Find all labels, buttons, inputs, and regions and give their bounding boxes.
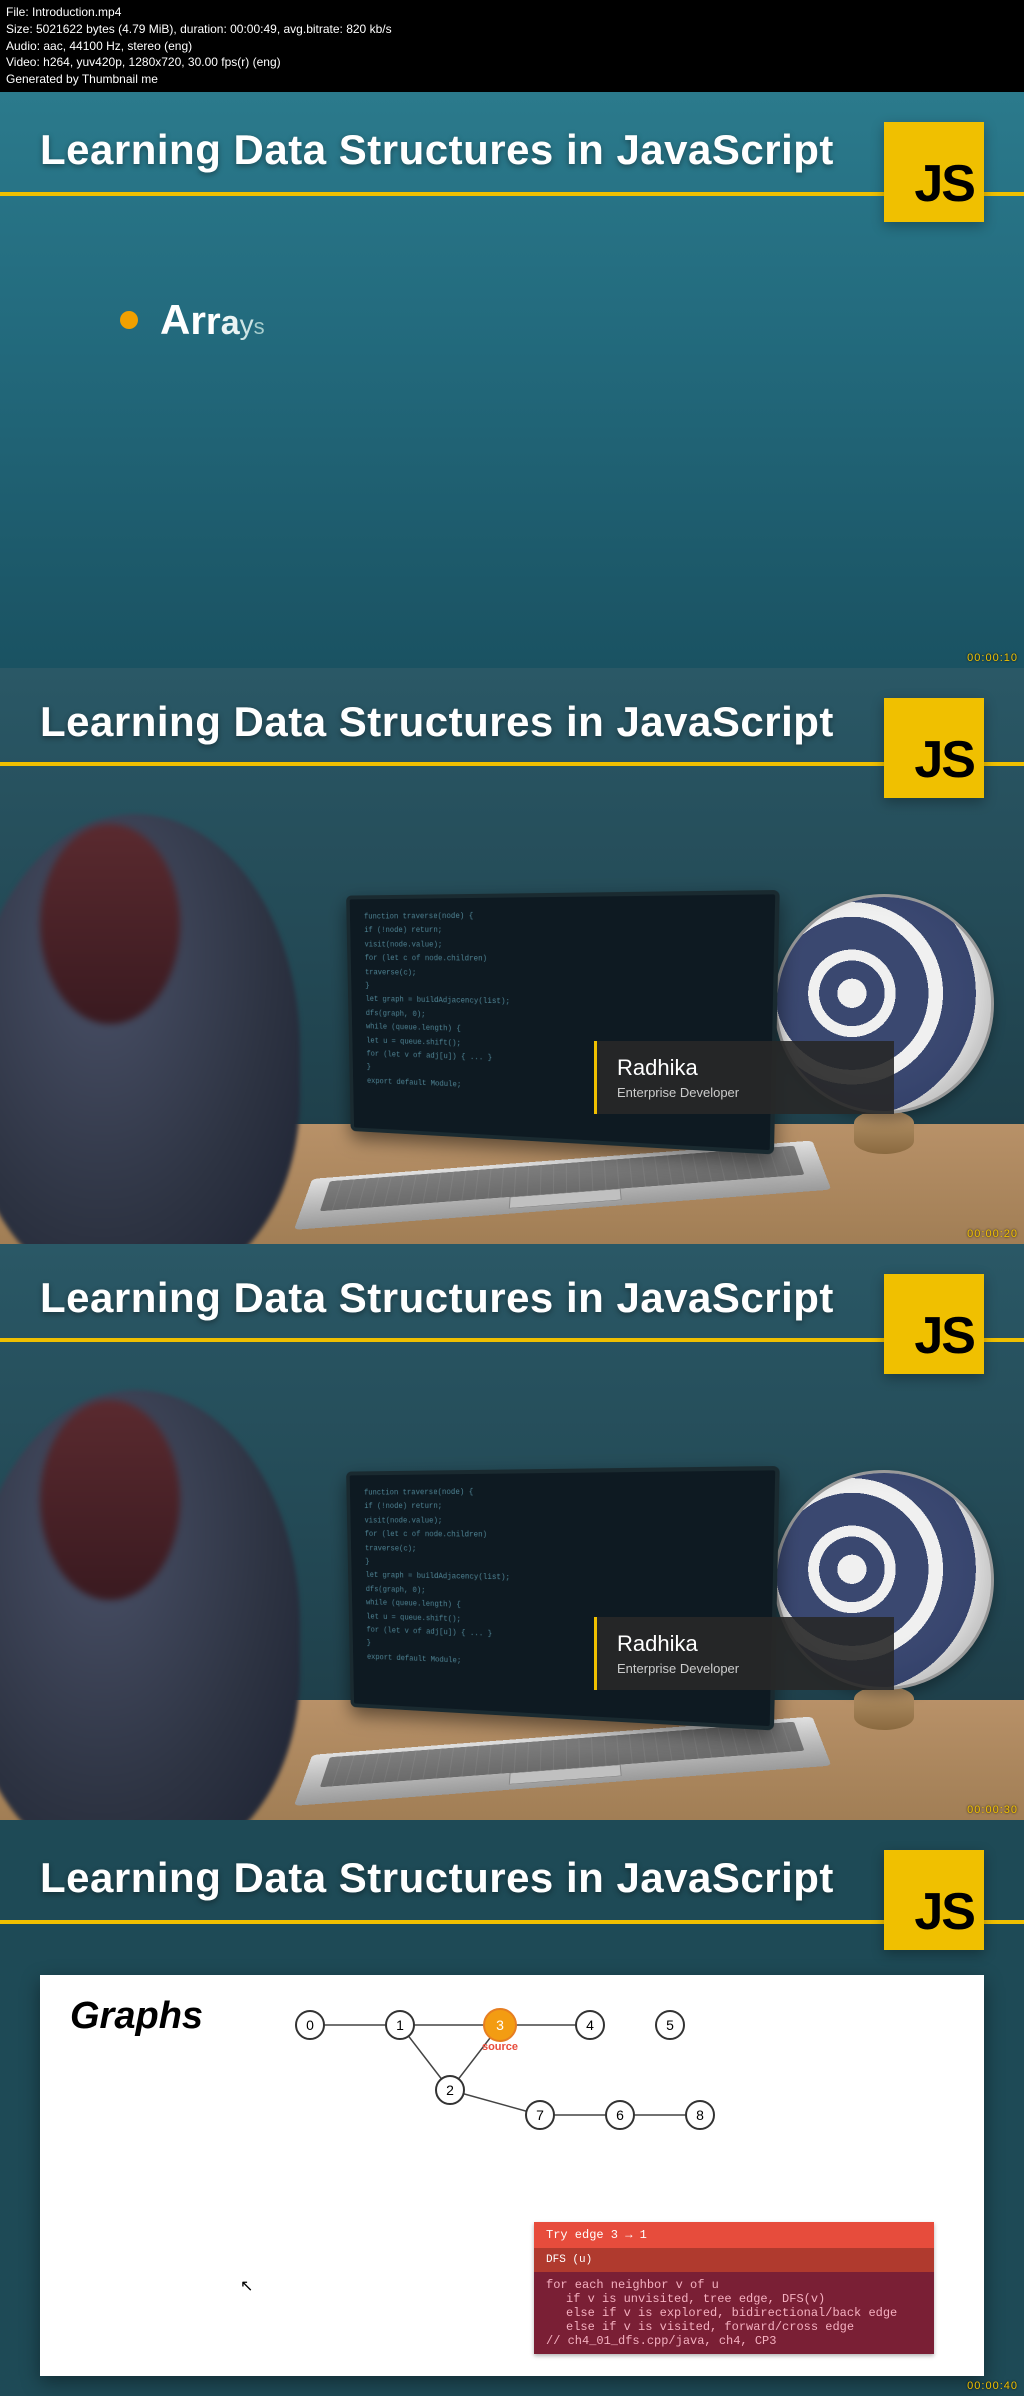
speaker-role: Enterprise Developer [617, 1661, 874, 1676]
thumbnail-frame-1: Learning Data Structures in JavaScript J… [0, 92, 1024, 668]
algo-dfs-header: DFS (u) [534, 2248, 934, 2272]
svg-text:3: 3 [496, 2017, 504, 2033]
timestamp: 00:00:30 [967, 1804, 1018, 1816]
svg-text:5: 5 [666, 2017, 674, 2033]
title-bar: Learning Data Structures in JavaScript [0, 1820, 1024, 1924]
js-logo-icon: JS [884, 698, 984, 798]
graph-diagram: 0 1 2 3 source 4 5 6 7 8 [270, 1995, 810, 2165]
js-logo-icon: JS [884, 1850, 984, 1950]
js-logo-icon: JS [884, 1274, 984, 1374]
timestamp: 00:00:10 [967, 652, 1018, 664]
algo-code-block: for each neighbor v of u if v is unvisit… [534, 2272, 934, 2354]
svg-text:4: 4 [586, 2017, 594, 2033]
globe-stand [854, 1686, 914, 1730]
meta-size: Size: 5021622 bytes (4.79 MiB), duration… [6, 21, 1018, 38]
laptop-keyboard [294, 1141, 831, 1230]
speaker-role: Enterprise Developer [617, 1085, 874, 1100]
speaker-nameplate: Radhika Enterprise Developer [594, 1041, 894, 1114]
svg-text:0: 0 [306, 2017, 314, 2033]
file-metadata: File: Introduction.mp4 Size: 5021622 byt… [0, 0, 1024, 92]
svg-text:source: source [482, 2041, 518, 2053]
laptop-keyboard [294, 1717, 831, 1806]
title-overlay: Learning Data Structures in JavaScript [0, 668, 1024, 766]
speaker-name: Radhika [617, 1055, 874, 1081]
animated-text-arrays: A r r a y s [160, 296, 265, 344]
title-overlay: Learning Data Structures in JavaScript [0, 1244, 1024, 1342]
meta-generated: Generated by Thumbnail me [6, 71, 1018, 88]
meta-file: File: Introduction.mp4 [6, 4, 1018, 21]
bullet-dot-icon [120, 311, 138, 329]
course-title: Learning Data Structures in JavaScript [40, 1274, 834, 1322]
bullet-item-arrays: A r r a y s [120, 296, 904, 344]
course-title: Learning Data Structures in JavaScript [40, 1854, 834, 1902]
svg-text:8: 8 [696, 2107, 704, 2123]
thumbnail-frame-3: function traverse(node) { if (!node) ret… [0, 1244, 1024, 1820]
algo-try-edge: Try edge 3 → 1 [534, 2222, 934, 2248]
person-silhouette [0, 814, 300, 1244]
algorithm-box: Try edge 3 → 1 DFS (u) for each neighbor… [534, 2222, 934, 2354]
graph-panel: Graphs 0 1 2 3 source 4 5 6 7 [40, 1975, 984, 2376]
svg-text:6: 6 [616, 2107, 624, 2123]
bullet-list: A r r a y s [0, 196, 1024, 444]
meta-audio: Audio: aac, 44100 Hz, stereo (eng) [6, 38, 1018, 55]
laptop-trackpad [509, 1189, 622, 1209]
globe-stand [854, 1110, 914, 1154]
timestamp: 00:00:20 [967, 1228, 1018, 1240]
laptop-screen: function traverse(node) { if (!node) ret… [346, 1466, 780, 1731]
cursor-icon: ↖ [240, 2276, 253, 2296]
title-bar: Learning Data Structures in JavaScript [0, 92, 1024, 196]
svg-text:7: 7 [536, 2107, 544, 2123]
speaker-name: Radhika [617, 1631, 874, 1657]
thumbnail-frame-2: function traverse(node) { if (!node) ret… [0, 668, 1024, 1244]
speaker-nameplate: Radhika Enterprise Developer [594, 1617, 894, 1690]
timestamp: 00:00:40 [967, 2380, 1018, 2392]
svg-text:1: 1 [396, 2017, 404, 2033]
svg-text:2: 2 [446, 2082, 454, 2098]
laptop-screen: function traverse(node) { if (!node) ret… [346, 890, 780, 1155]
course-title: Learning Data Structures in JavaScript [40, 126, 834, 174]
laptop-trackpad [509, 1765, 622, 1785]
thumbnail-frame-4: Learning Data Structures in JavaScript J… [0, 1820, 1024, 2396]
course-title: Learning Data Structures in JavaScript [40, 698, 834, 746]
person-silhouette [0, 1390, 300, 1820]
meta-video: Video: h264, yuv420p, 1280x720, 30.00 fp… [6, 54, 1018, 71]
js-logo-icon: JS [884, 122, 984, 222]
